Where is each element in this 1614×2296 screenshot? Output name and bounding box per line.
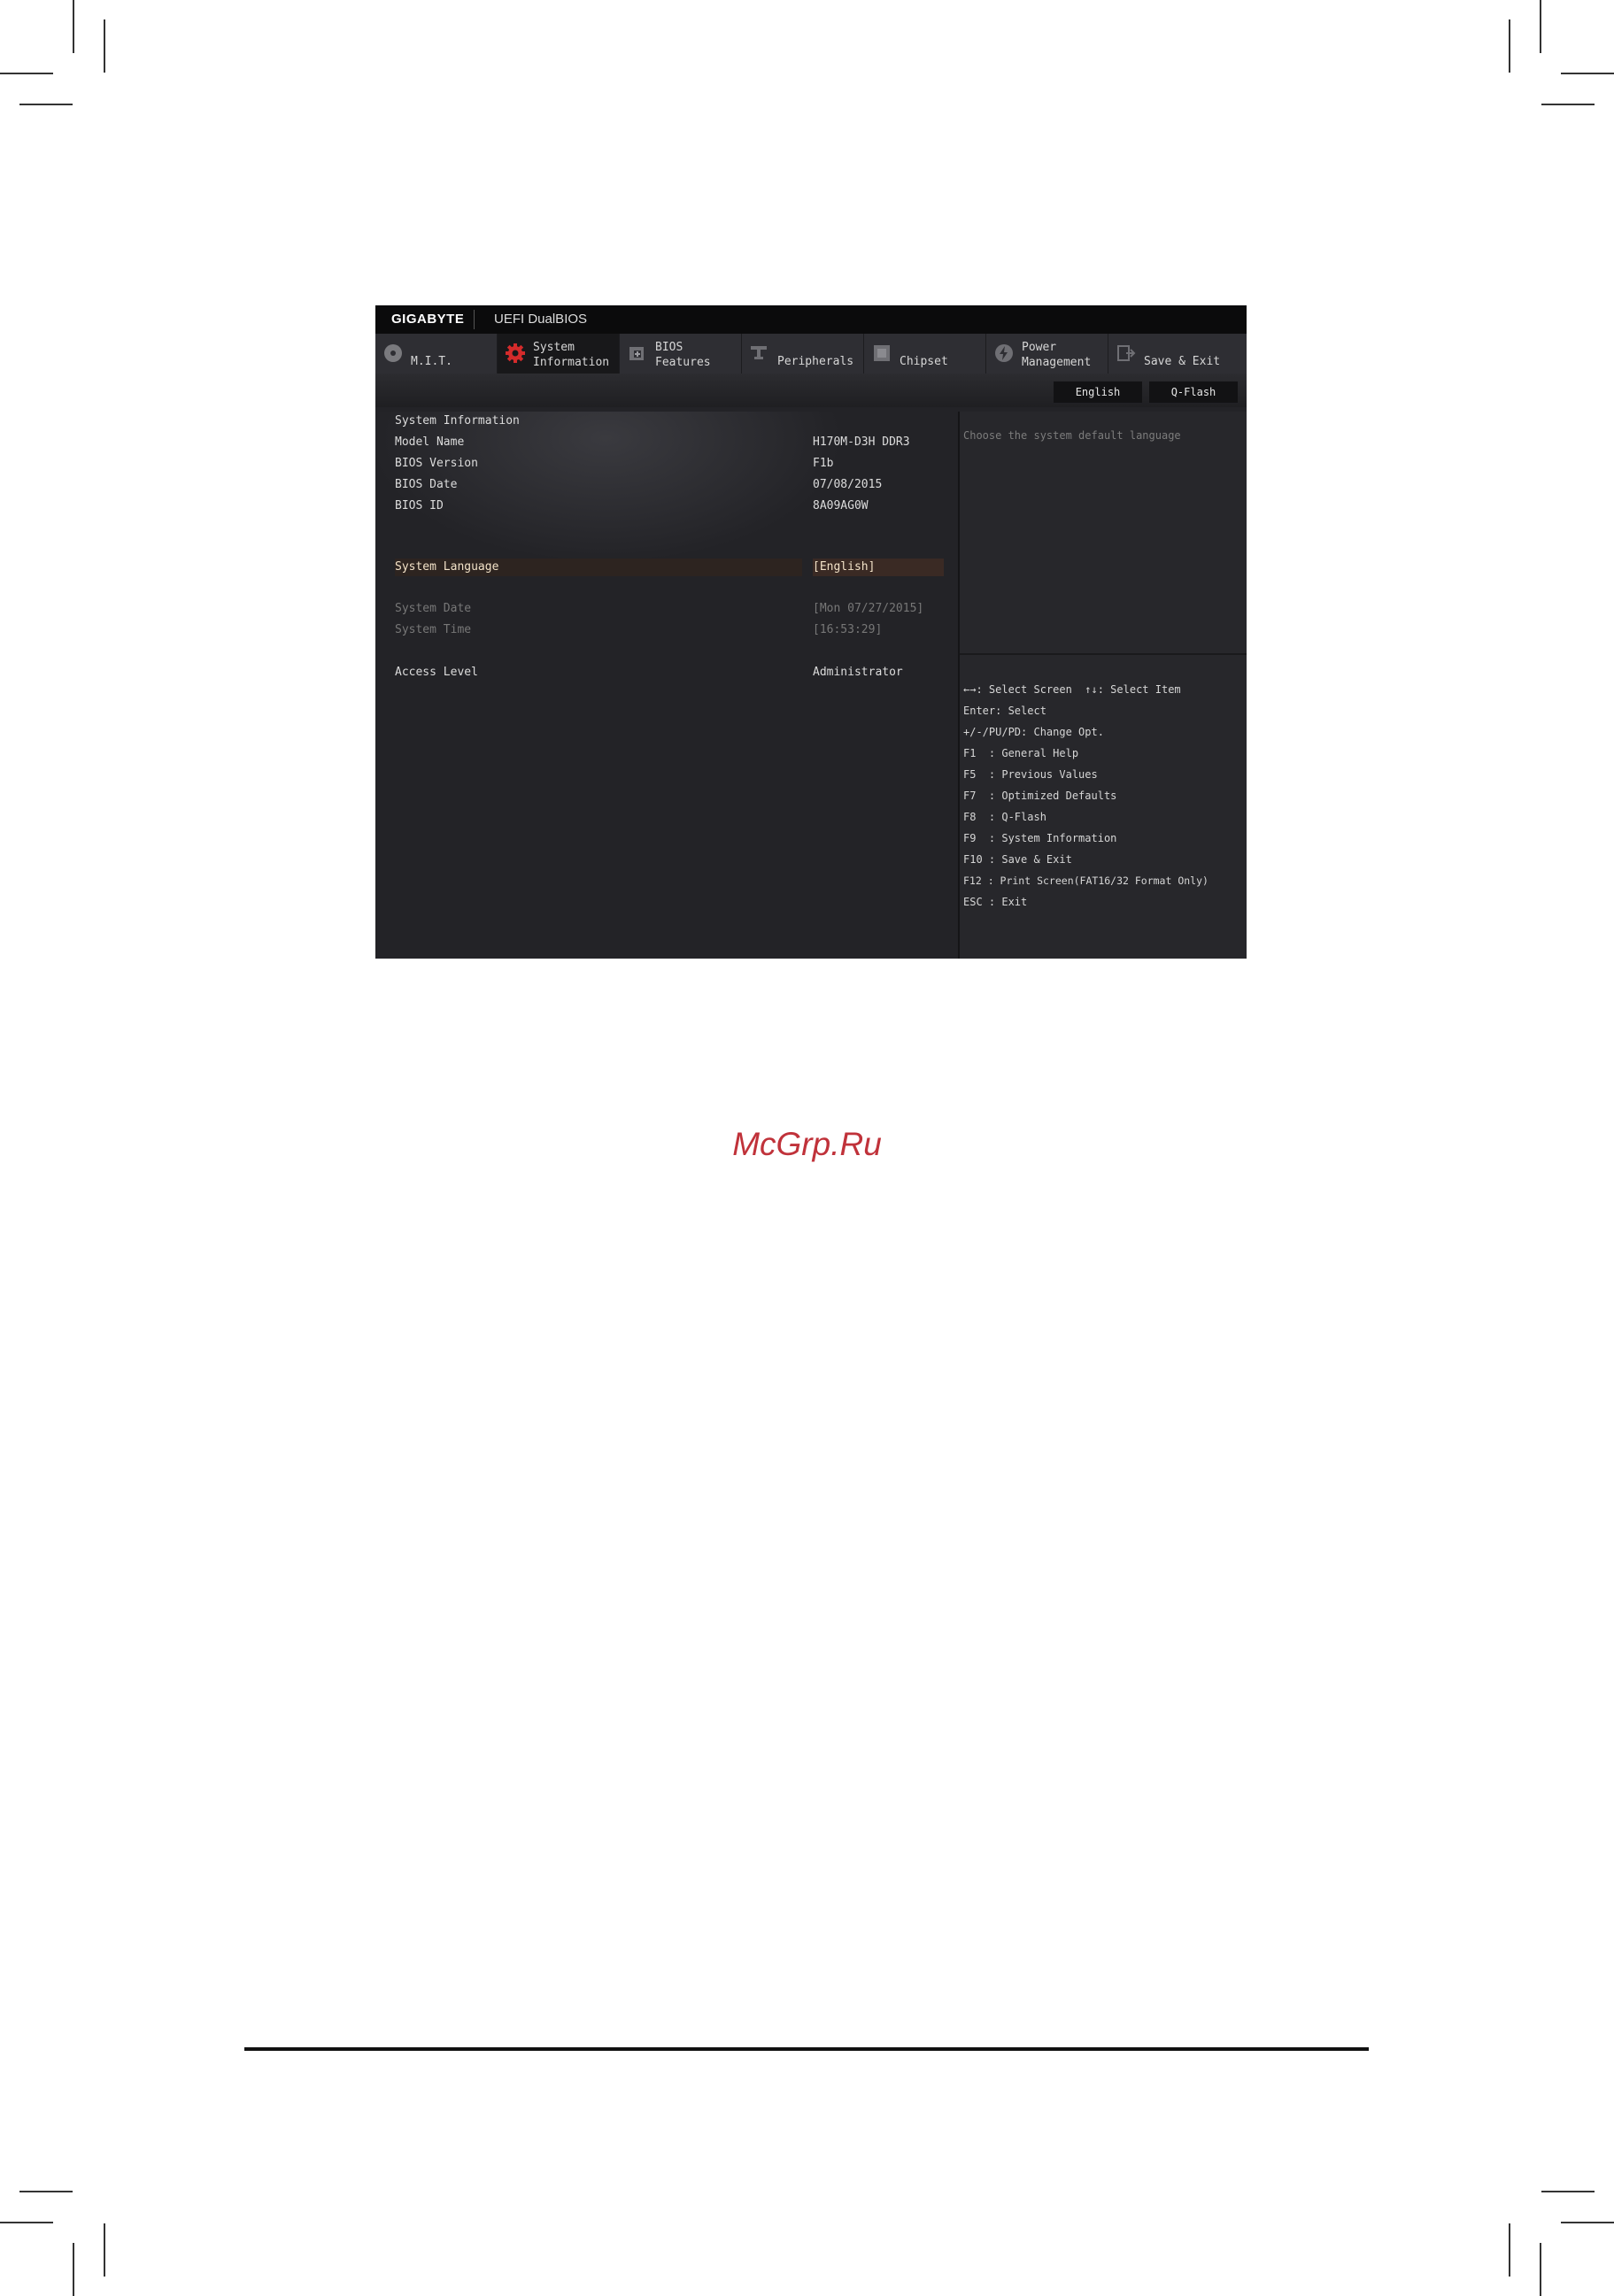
key-hint: F12 : Print Screen(FAT16/32 Format Only)	[963, 874, 1209, 887]
model-name-value: H170M-D3H DDR3	[813, 435, 910, 449]
title-separator	[474, 310, 475, 329]
key-hint: ←→: Select Screen ↑↓: Select Item	[963, 683, 1181, 696]
key-hint: F10 : Save & Exit	[963, 853, 1072, 866]
tab-label: Power Management	[1022, 341, 1092, 369]
crop-mark	[19, 2191, 73, 2192]
tab-label: M.I.T.	[411, 355, 452, 368]
crop-mark	[1561, 73, 1614, 74]
watermark: McGrp.Ru	[732, 1126, 882, 1162]
gear-icon	[506, 343, 525, 363]
crop-mark	[19, 104, 73, 105]
crop-mark	[1561, 2222, 1614, 2223]
help-separator	[960, 653, 1247, 655]
bios-id-value: 8A09AG0W	[813, 499, 869, 512]
key-hint: ESC : Exit	[963, 896, 1028, 908]
language-button[interactable]: English	[1054, 381, 1142, 403]
crop-mark	[1540, 0, 1541, 53]
key-hint: F8 : Q-Flash	[963, 811, 1046, 823]
tab-bios-features[interactable]: BIOS Features	[620, 334, 742, 374]
tab-label: System Information	[533, 341, 610, 369]
crop-mark	[1509, 19, 1510, 73]
exit-icon	[1117, 345, 1136, 361]
access-level-value: Administrator	[813, 666, 903, 679]
tab-label: Chipset	[900, 355, 948, 368]
crop-mark	[1541, 2191, 1595, 2192]
tab-peripherals[interactable]: Peripherals	[742, 334, 864, 374]
tab-mit[interactable]: M.I.T.	[375, 334, 498, 374]
key-hint: Enter: Select	[963, 705, 1046, 717]
brand-logo: GIGABYTE	[391, 312, 465, 327]
help-description: Choose the system default language	[963, 429, 1181, 442]
tab-power-management[interactable]: Power Management	[986, 334, 1108, 374]
tab-save-exit[interactable]: Save & Exit	[1108, 334, 1247, 374]
key-hint: F9 : System Information	[963, 832, 1117, 844]
system-language-value: [English]	[813, 560, 876, 574]
system-time-value[interactable]: [16:53:29]	[813, 623, 882, 636]
access-level-label: Access Level	[395, 666, 478, 679]
bios-version-label: BIOS Version	[395, 457, 478, 470]
bios-id-label: BIOS ID	[395, 499, 444, 512]
tab-label: Peripherals	[777, 355, 854, 368]
system-date-label: System Date	[395, 602, 472, 615]
crop-mark	[0, 73, 53, 74]
peripheral-icon	[751, 346, 767, 359]
key-hint: F7 : Optimized Defaults	[963, 790, 1117, 802]
bios-chip-icon	[629, 347, 644, 360]
title-bar: GIGABYTE UEFI DualBIOS	[375, 305, 1247, 334]
tab-bar: M.I.T. System Information BIOS Features …	[375, 334, 1247, 374]
system-language-label: System Language	[395, 560, 499, 574]
system-date-value[interactable]: [Mon 07/27/2015]	[813, 602, 923, 615]
key-hint: F5 : Previous Values	[963, 768, 1098, 781]
bios-window: GIGABYTE UEFI DualBIOS M.I.T. System Inf…	[375, 305, 1247, 959]
crop-mark	[73, 0, 74, 53]
crop-mark	[1509, 2223, 1510, 2277]
model-name-label: Model Name	[395, 435, 465, 449]
system-time-label: System Time	[395, 623, 472, 636]
key-hint: F1 : General Help	[963, 747, 1079, 759]
crop-mark	[104, 2223, 105, 2277]
bios-version-value: F1b	[813, 457, 834, 470]
crop-mark	[104, 19, 105, 73]
crop-mark	[1540, 2243, 1541, 2296]
bios-date-value: 07/08/2015	[813, 478, 883, 491]
footer-rule	[244, 2047, 1369, 2051]
section-title: System Information	[395, 414, 520, 428]
product-name: UEFI DualBIOS	[494, 312, 588, 327]
disc-icon	[384, 344, 402, 362]
bios-date-label: BIOS Date	[395, 478, 458, 491]
tab-label: BIOS Features	[655, 341, 711, 369]
tab-label: Save & Exit	[1144, 355, 1221, 368]
crop-mark	[0, 2222, 53, 2223]
chipset-icon	[874, 345, 890, 361]
crop-mark	[73, 2243, 74, 2296]
tab-system-information[interactable]: System Information	[498, 334, 620, 374]
crop-mark	[1541, 104, 1595, 105]
settings-panel: System Information Model Name H170M-D3H …	[375, 412, 958, 959]
power-icon	[995, 344, 1013, 362]
key-hint: +/-/PU/PD: Change Opt.	[963, 726, 1104, 738]
tab-chipset[interactable]: Chipset	[864, 334, 986, 374]
qflash-button[interactable]: Q-Flash	[1149, 381, 1238, 403]
